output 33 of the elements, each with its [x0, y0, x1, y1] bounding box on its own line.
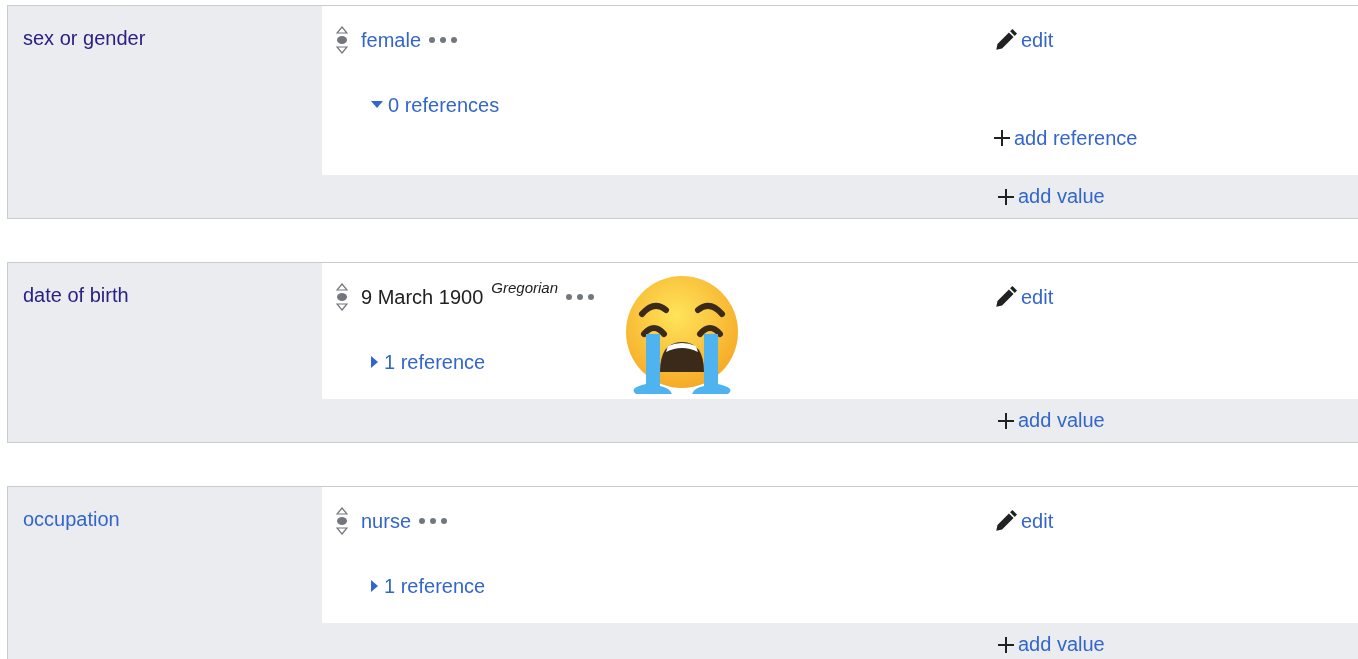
pencil-icon: [994, 28, 1017, 52]
plus-icon: [994, 130, 1010, 146]
references-toggle[interactable]: 1 reference: [371, 350, 486, 374]
plus-icon: [998, 636, 1014, 653]
caret-icon: [371, 580, 379, 592]
date-value: 9 March 1900: [361, 285, 484, 309]
edit-link[interactable]: edit: [994, 28, 1054, 52]
add-reference-link[interactable]: add reference: [994, 126, 1138, 150]
edit-link[interactable]: edit: [994, 509, 1054, 533]
rank-icon[interactable]: [335, 283, 348, 311]
pencil-icon: [994, 285, 1017, 309]
more-icon[interactable]: [419, 518, 448, 524]
add-value-link[interactable]: add value: [994, 633, 1358, 656]
caret-icon: [371, 356, 379, 368]
calendar-label: Gregorian: [491, 279, 558, 296]
pencil-icon: [994, 509, 1017, 533]
property-link[interactable]: occupation: [23, 508, 120, 530]
more-icon[interactable]: [566, 294, 594, 300]
plus-icon: [998, 188, 1014, 205]
property-link[interactable]: sex or gender: [23, 27, 146, 49]
more-icon[interactable]: [429, 37, 458, 43]
rank-icon[interactable]: [335, 26, 348, 54]
references-toggle[interactable]: 1 reference: [371, 574, 486, 598]
caret-icon: [371, 101, 383, 109]
add-value-link[interactable]: add value: [994, 409, 1358, 432]
edit-link[interactable]: edit: [994, 285, 1054, 309]
value-link[interactable]: nurse: [361, 509, 412, 533]
value-link[interactable]: female: [361, 28, 422, 52]
rank-icon[interactable]: [335, 507, 348, 535]
add-value-link[interactable]: add value: [994, 185, 1358, 208]
property-link[interactable]: date of birth: [23, 284, 129, 306]
plus-icon: [998, 412, 1014, 429]
references-toggle[interactable]: 0 references: [371, 93, 500, 117]
